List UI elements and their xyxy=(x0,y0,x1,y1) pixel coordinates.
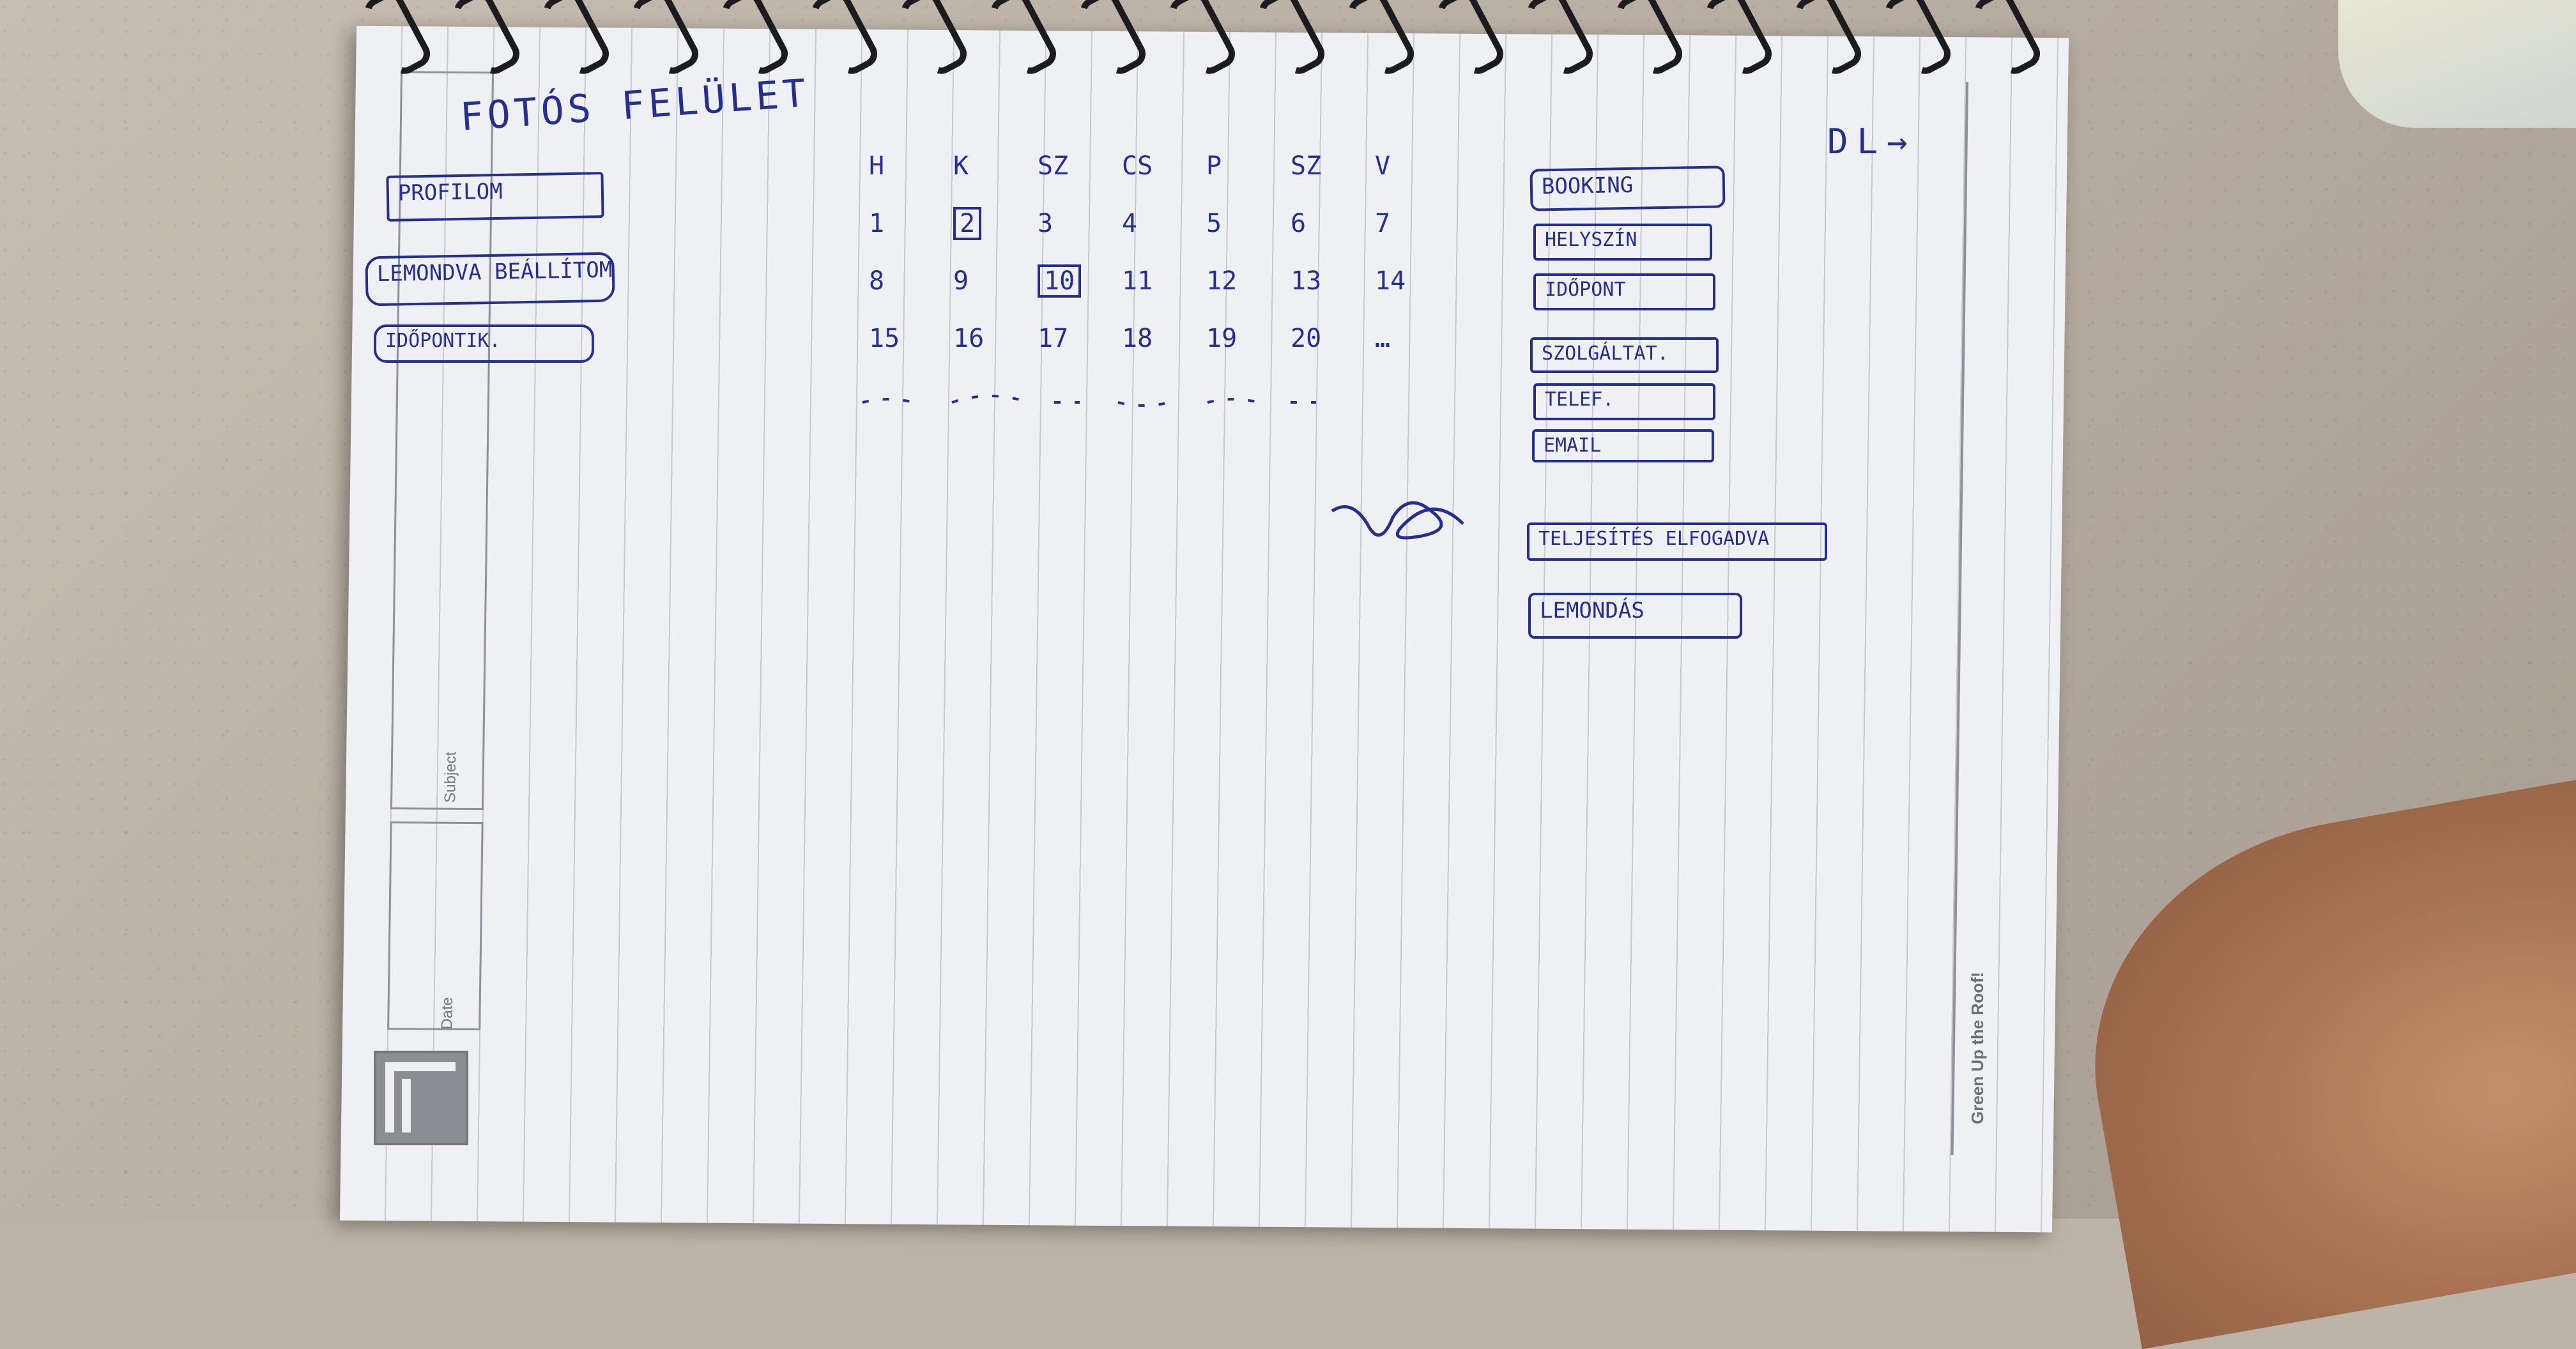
calendar-day[interactable]: 4 xyxy=(1122,204,1206,243)
calendar-day[interactable]: 14 xyxy=(1375,262,1459,300)
calendar-day-marked[interactable]: 2 xyxy=(953,204,1038,243)
date-box xyxy=(387,821,484,1031)
calendar-day[interactable]: 7 xyxy=(1375,204,1459,243)
calendar-header: P xyxy=(1206,151,1222,181)
calendar-day[interactable]: 3 xyxy=(1038,204,1122,243)
calendar-day-marked[interactable]: 10 xyxy=(1038,262,1122,300)
accept-completion-button[interactable]: TELJESÍTÉS ELFOGADVA xyxy=(1527,522,1827,561)
notebook-logo xyxy=(374,1051,468,1145)
calendar-day[interactable]: 16 xyxy=(953,319,1038,358)
cancel-button[interactable]: LEMONDÁS xyxy=(1528,593,1742,639)
booking-panel-header: BOOKING xyxy=(1529,165,1726,211)
calendar-day[interactable]: 13 xyxy=(1291,262,1375,300)
calendar-header: K xyxy=(953,151,969,181)
service-field[interactable]: SZOLGÁLTAT. xyxy=(1530,337,1719,373)
calendar: H K SZ CS P SZ V 1 2 3 4 5 6 7 8 9 10 11… xyxy=(869,147,1459,358)
menu-profile-button[interactable]: PROFILOM xyxy=(386,172,604,222)
calendar-day[interactable]: 12 xyxy=(1206,262,1291,300)
corner-paper xyxy=(2338,0,2576,128)
brand-text: Green Up the Roof! xyxy=(1968,972,1987,1124)
menu-cancel-settings-button[interactable]: LEMONDVA BEÁLLÍTOM xyxy=(365,252,615,307)
calendar-day[interactable]: 5 xyxy=(1206,204,1291,243)
subject-label: Subject xyxy=(441,751,460,803)
date-label: Date xyxy=(438,996,456,1030)
menu-appointments-button[interactable]: IDŐPONTIK. xyxy=(374,324,594,363)
calendar-header: H xyxy=(869,151,885,181)
calendar-day[interactable]: 1 xyxy=(869,204,953,243)
spiral-binding xyxy=(345,0,2045,79)
calendar-day[interactable]: 9 xyxy=(953,262,1038,300)
calendar-header: SZ xyxy=(1291,151,1322,181)
calendar-day[interactable]: 11 xyxy=(1122,262,1206,300)
location-field[interactable]: HELYSZÍN xyxy=(1533,224,1712,261)
calendar-day-marked-label: 10 xyxy=(1038,264,1082,298)
calendar-header: CS xyxy=(1122,151,1153,181)
calendar-day[interactable]: … xyxy=(1375,319,1459,358)
calendar-day-marked-label: 2 xyxy=(953,207,982,240)
scribble-arrow xyxy=(1331,501,1464,540)
calendar-day[interactable]: 17 xyxy=(1038,319,1122,358)
corner-mark: DL→ xyxy=(1827,121,1917,162)
calendar-continuation-dots xyxy=(862,395,1316,407)
calendar-day[interactable]: 6 xyxy=(1291,204,1375,243)
calendar-header: SZ xyxy=(1038,151,1069,181)
calendar-header: V xyxy=(1375,151,1391,181)
calendar-day[interactable]: 15 xyxy=(869,319,953,358)
calendar-day[interactable]: 20 xyxy=(1291,319,1375,358)
calendar-day[interactable]: 18 xyxy=(1122,319,1206,358)
time-field[interactable]: IDŐPONT xyxy=(1533,273,1715,310)
calendar-day[interactable]: 8 xyxy=(869,262,953,300)
calendar-day[interactable]: 19 xyxy=(1206,319,1291,358)
email-field[interactable]: EMAIL xyxy=(1532,429,1714,462)
phone-field[interactable]: TELEF. xyxy=(1533,383,1715,420)
